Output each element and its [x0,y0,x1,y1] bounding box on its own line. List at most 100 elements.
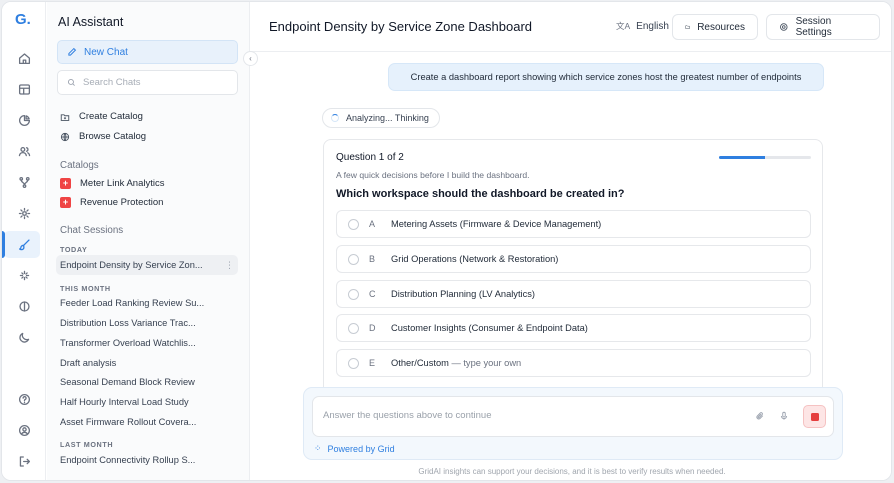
session-item[interactable]: Distribution Loss Variance Trac... [60,318,232,328]
main-panel: Endpoint Density by Service Zone Dashboa… [251,2,891,480]
stop-button[interactable] [803,405,826,428]
composer-box [312,396,834,437]
browse-catalog-label: Browse Catalog [79,131,147,142]
answer-option-b[interactable]: B Grid Operations (Network & Restoration… [336,245,811,273]
option-hint: — type your own [448,358,522,368]
answer-option-c[interactable]: C Distribution Planning (LV Analytics) [336,280,811,308]
disclaimer-text: GridAI insights can support your decisio… [418,467,726,476]
new-chat-label: New Chat [84,46,128,58]
attach-icon[interactable] [754,410,766,422]
option-label: Other/Custom [391,358,449,368]
account-icon[interactable] [15,421,33,439]
answer-option-a[interactable]: A Metering Assets (Firmware & Device Man… [336,210,811,238]
session-item[interactable]: Draft analysis [60,358,232,368]
question-text: Which workspace should the dashboard be … [336,188,625,200]
radio-icon[interactable] [348,288,359,300]
chevron-left-icon: ‹ [249,54,252,63]
logout-icon[interactable] [15,452,33,470]
users-icon[interactable] [15,142,33,160]
branch-icon[interactable] [15,173,33,191]
session-item[interactable]: Transformer Overload Watchlis... [60,338,232,348]
settings-icon[interactable] [15,204,33,222]
option-label: Grid Operations (Network & Restoration) [391,254,559,264]
pie-chart-icon[interactable] [15,111,33,129]
session-settings-button[interactable]: Session Settings [766,14,880,40]
session-settings-label: Session Settings [795,16,832,38]
session-item[interactable]: Half Hourly Interval Load Study [60,397,232,407]
spinner-icon [331,114,339,122]
message-input[interactable] [323,410,723,421]
option-letter: E [369,358,376,368]
toggle-icon[interactable] [15,297,33,315]
radio-icon[interactable] [348,253,359,265]
session-item[interactable]: Seasonal Demand Block Review [60,377,232,387]
collapse-sidebar-button[interactable]: ‹ [243,51,258,66]
stop-icon [810,412,819,421]
catalog-plus-icon: + [60,178,71,189]
radio-icon[interactable] [348,322,359,334]
brush-icon[interactable] [15,235,33,253]
radio-icon[interactable] [348,218,359,230]
folder-plus-icon [60,113,70,121]
question-progress-fill [719,156,765,159]
session-item[interactable]: Feeder Load Ranking Review Su... [60,298,232,308]
group-last-month-heading: LAST MONTH [60,440,114,449]
group-today-heading: TODAY [60,245,88,254]
icon-rail: G. [2,2,46,480]
powered-by: ⁘ Powered by Grid [314,443,395,454]
answer-option-e[interactable]: E Other/Custom — type your own [336,349,811,377]
catalogs-heading: Catalogs [60,160,99,171]
search-chats-input[interactable] [83,77,223,88]
microphone-icon[interactable] [778,410,790,422]
question-card: Question 1 of 2 A few quick decisions be… [323,139,823,404]
search-icon [67,78,75,86]
resources-button[interactable]: Resources [672,14,758,40]
group-this-month-heading: THIS MONTH [60,284,111,293]
option-letter: A [369,219,376,229]
pencil-icon [68,47,77,56]
question-counter: Question 1 of 2 [336,152,404,163]
app-logo[interactable]: G. [15,11,31,28]
question-progress-bar [719,156,811,159]
chat-sidebar: AI Assistant New Chat Create Catalog Bro… [47,2,250,480]
create-catalog-link[interactable]: Create Catalog [60,111,143,122]
app-window: G. AI Assistant New Chat Search Chats Cr… [1,1,892,481]
status-text: Analyzing... Thinking [346,113,429,123]
new-chat-button[interactable]: New Chat [57,40,238,64]
session-item[interactable]: Endpoint Density by Service Zon... [60,260,210,270]
language-label: English [636,20,669,32]
session-item[interactable]: Endpoint Connectivity Rollup S... [60,455,232,465]
help-icon[interactable] [15,390,33,408]
radio-icon[interactable] [348,357,359,369]
resources-label: Resources [697,21,745,33]
more-options-icon[interactable]: ⋮ [225,260,234,271]
language-selector[interactable]: 文A English [616,20,669,32]
chat-sessions-heading: Chat Sessions [60,225,124,236]
layout-icon[interactable] [15,80,33,98]
top-bar: Endpoint Density by Service Zone Dashboa… [251,2,891,52]
catalog-item-label: Revenue Protection [80,197,164,208]
gear-icon [780,23,788,31]
catalog-item-label: Meter Link Analytics [80,178,165,189]
browse-catalog-link[interactable]: Browse Catalog [60,131,146,142]
catalog-plus-icon: + [60,197,71,208]
answer-option-d[interactable]: D Customer Insights (Consumer & Endpoint… [336,314,811,342]
catalog-item[interactable]: + Revenue Protection [60,197,163,208]
option-letter: B [369,254,376,264]
globe-icon [60,132,70,141]
page-title: Endpoint Density by Service Zone Dashboa… [269,19,533,34]
sparkle-icon: ⁘ [314,443,322,453]
catalog-item[interactable]: + Meter Link Analytics [60,178,164,189]
session-item[interactable]: Asset Firmware Rollout Covera... [60,417,232,427]
home-icon[interactable] [15,49,33,67]
rail-active-indicator [2,231,5,258]
translate-icon: 文A [616,21,631,31]
search-chats-box[interactable] [57,70,238,95]
option-label: Metering Assets (Firmware & Device Manag… [391,219,602,229]
composer-panel: ⁘ Powered by Grid [303,387,843,460]
create-catalog-label: Create Catalog [79,111,143,122]
question-subtitle: A few quick decisions before I build the… [336,170,530,180]
option-letter: C [369,289,376,299]
sparkle-icon[interactable] [15,266,33,284]
moon-icon[interactable] [15,328,33,346]
